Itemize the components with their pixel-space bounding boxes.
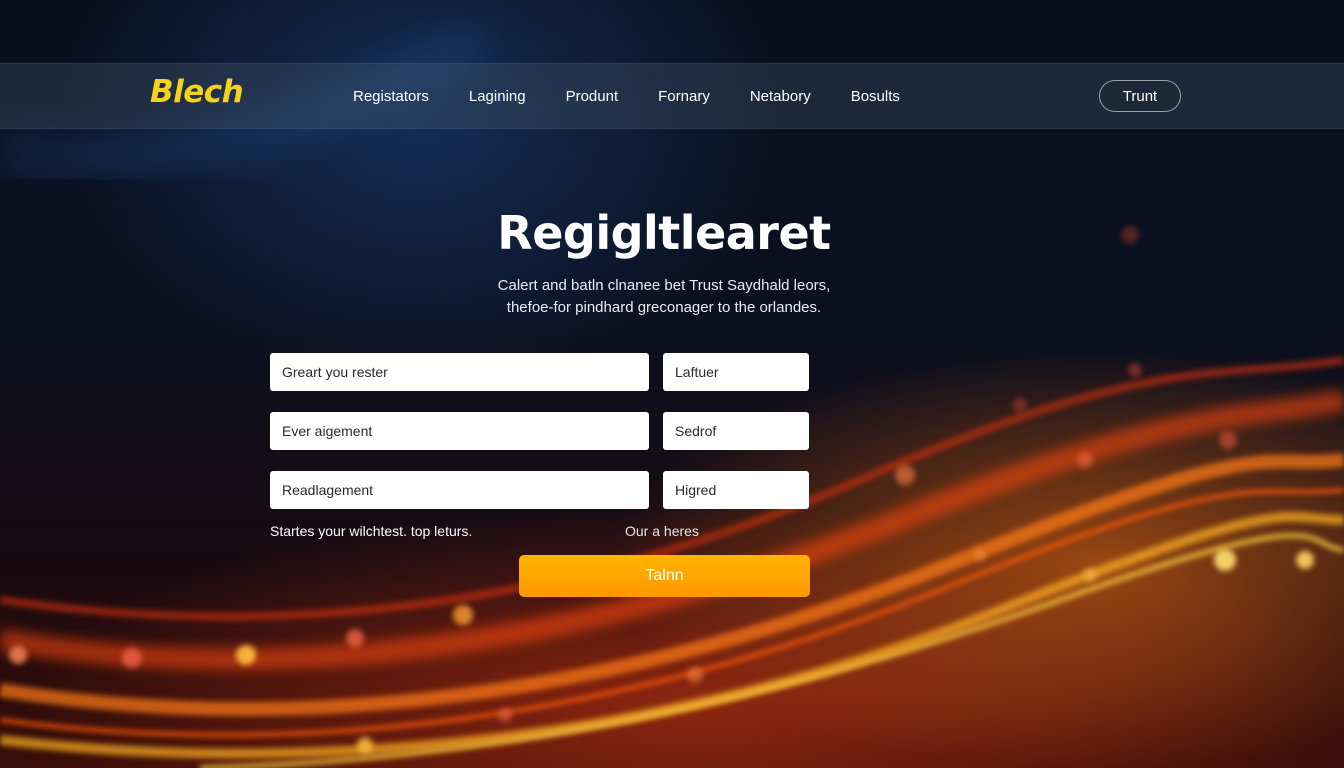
brand-logo[interactable]: Blech: [150, 74, 244, 110]
page-title: Regigltlearet: [497, 206, 831, 260]
nav-link-fornary[interactable]: Fornary: [658, 88, 710, 105]
nav-cta-button[interactable]: Trunt: [1099, 80, 1181, 112]
page-subtitle: Calert and batln clnanee bet Trust Saydh…: [0, 275, 1328, 319]
nav-links: Registators Lagining Produnt Fornary Net…: [353, 64, 940, 128]
top-navbar: Blech Registators Lagining Produnt Forna…: [0, 63, 1344, 129]
nav-link-registators[interactable]: Registators: [353, 88, 429, 105]
field-6-input[interactable]: [663, 471, 809, 509]
submit-button[interactable]: Talnn: [519, 555, 810, 597]
aux-link[interactable]: Our a heres: [625, 523, 699, 539]
nav-link-lagining[interactable]: Lagining: [469, 88, 526, 105]
field-4-input[interactable]: [663, 412, 809, 450]
terms-text: Startes your wilchtest. top leturs.: [270, 523, 473, 539]
field-1-input[interactable]: [270, 353, 649, 391]
subtitle-line-1: Calert and batln clnanee bet Trust Saydh…: [497, 277, 831, 294]
nav-link-bosults[interactable]: Bosults: [851, 88, 900, 105]
field-2-input[interactable]: [663, 353, 809, 391]
field-3-input[interactable]: [270, 412, 649, 450]
field-5-input[interactable]: [270, 471, 649, 509]
nav-link-netabory[interactable]: Netabory: [750, 88, 811, 105]
subtitle-line-2: thefoe-for pindhard greconager to the or…: [506, 299, 822, 316]
nav-link-produnt[interactable]: Produnt: [566, 88, 619, 105]
